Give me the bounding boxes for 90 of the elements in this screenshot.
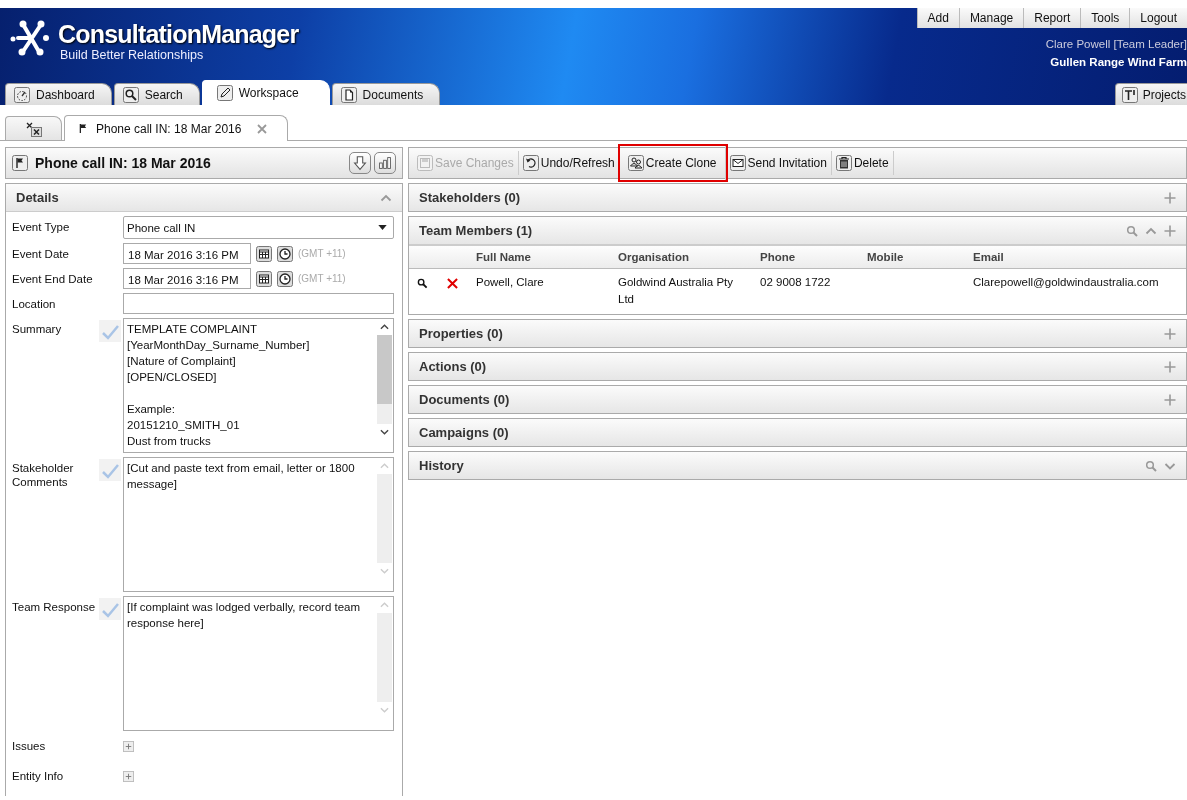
table-cell-text: Powell, Clare [475,275,545,290]
table-cell-text: 02 9008 1722 [759,275,832,290]
field-label: Summary [12,322,63,336]
app-tagline: Build Better Relationships [60,48,205,62]
app-title: ConsultationManager [58,20,299,48]
column-header: Email [972,249,1005,265]
user-name: Clare Powell [Team Leader] [1045,38,1187,50]
field-label: Entity Info [12,769,65,783]
timezone-label: (GMT +11) [298,273,346,284]
add-icon[interactable] [1164,393,1176,406]
section-header[interactable]: Stakeholders (0) [409,184,1186,211]
menu-button[interactable]: Report [1023,8,1081,28]
envelope-icon [729,155,746,171]
add-icon[interactable] [1164,360,1176,373]
nav-tab[interactable]: Search [113,83,200,105]
chart-button[interactable] [374,152,396,174]
clock-icon[interactable] [277,245,293,262]
undo-icon [522,155,539,171]
add-icon[interactable] [1164,224,1176,237]
gauge-icon [14,86,30,103]
column-header: Full Name [475,249,532,265]
field-label: Team Response [12,600,97,614]
clock-icon[interactable] [277,270,293,287]
text-area[interactable]: [Cut and paste text from email, letter or 1800 message] [123,457,394,592]
projects-tab[interactable]: Projects [1114,83,1187,105]
event-type-dropdown[interactable]: Phone call IN [123,216,394,239]
column-header: Phone [759,249,797,265]
flag-icon [12,155,28,171]
menu-button[interactable]: Tools [1080,8,1130,28]
section-header[interactable]: Campaigns (0) [409,419,1186,446]
spellcheck-icon[interactable] [99,459,121,481]
search-icon[interactable] [417,278,428,289]
field-label: Location [12,297,57,311]
delete-icon[interactable] [447,278,458,289]
expand-icon[interactable] [123,741,134,752]
field-label: Stakeholder Comments [12,461,75,489]
bar-chart-icon [376,154,394,172]
toolbar-button[interactable]: Undo/Refresh [518,151,620,175]
text-area[interactable]: TEMPLATE COMPLAINT [YearMonthDay_Surname_Number] [Nature of Complaint] [OPEN/CLOSED] Example: 20151210_SMITH_01 Dust from trucks [123,318,394,453]
section-header[interactable]: Properties (0) [409,320,1186,347]
add-icon[interactable] [1164,327,1176,340]
add-icon[interactable] [1164,191,1176,204]
record-title: Phone call IN: 18 Mar 2016 [35,155,212,171]
flag-icon [79,123,88,134]
field-label: Issues [12,739,47,753]
menu-button[interactable]: Add [916,8,959,28]
section-header[interactable]: Documents (0) [409,386,1186,413]
section-header[interactable]: History [409,452,1186,479]
people-icon [627,155,644,171]
panel-header[interactable]: Details [6,184,402,212]
calendar-icon[interactable] [256,270,272,287]
date-field[interactable]: 18 Mar 2016 3:16 PM [123,268,251,289]
menu-button[interactable]: Logout [1129,8,1187,28]
caret-icon [378,225,387,230]
project-name: Gullen Range Wind Farm [1050,56,1187,68]
location-field[interactable] [123,293,394,314]
column-header: Mobile [866,249,905,265]
section-header[interactable]: Team Members (1) [409,217,1186,245]
expand-icon[interactable] [123,771,134,782]
download-button[interactable] [349,152,371,174]
field-label: Event Date [12,247,70,261]
text-area[interactable]: [If complaint was lodged verbally, record team response here] [123,596,394,731]
timezone-label: (GMT +11) [298,248,346,259]
menu-button[interactable]: Manage [958,8,1024,28]
down-arrow-icon [351,154,369,172]
record-tab[interactable]: Phone call IN: 18 Mar 2016 [64,115,289,141]
pencil-icon [216,85,233,101]
toolbar-button[interactable]: Create Clone [619,146,726,180]
column-header: Organisation [617,249,690,265]
search-icon [122,86,139,103]
table-cell-text: Clarepowell@goldwindaustralia.com [972,275,1160,290]
nav-tab[interactable]: Workspace [201,80,330,105]
toolbar-button[interactable]: Send Invitation [725,151,832,175]
field-label: Event Type [12,220,71,234]
floppy-disk-icon [417,155,433,171]
field-label: Event End Date [12,272,94,286]
section-header[interactable]: Actions (0) [409,353,1186,380]
toolbar-button[interactable]: Delete [831,151,894,175]
trash-icon [835,155,852,171]
table-cell-text: Goldwind Australia Pty Ltd [617,275,735,307]
date-field[interactable]: 18 Mar 2016 3:16 PM [123,243,251,264]
nav-tab[interactable]: Dashboard [5,83,112,105]
document-icon [340,86,357,103]
close-all-icon [24,120,43,137]
spellcheck-icon[interactable] [99,320,121,342]
close-icon[interactable] [257,123,268,134]
nav-tab[interactable]: Documents [331,83,441,105]
close-all-tab[interactable] [5,116,62,140]
calendar-icon[interactable] [256,245,272,262]
spellcheck-icon[interactable] [99,598,121,620]
